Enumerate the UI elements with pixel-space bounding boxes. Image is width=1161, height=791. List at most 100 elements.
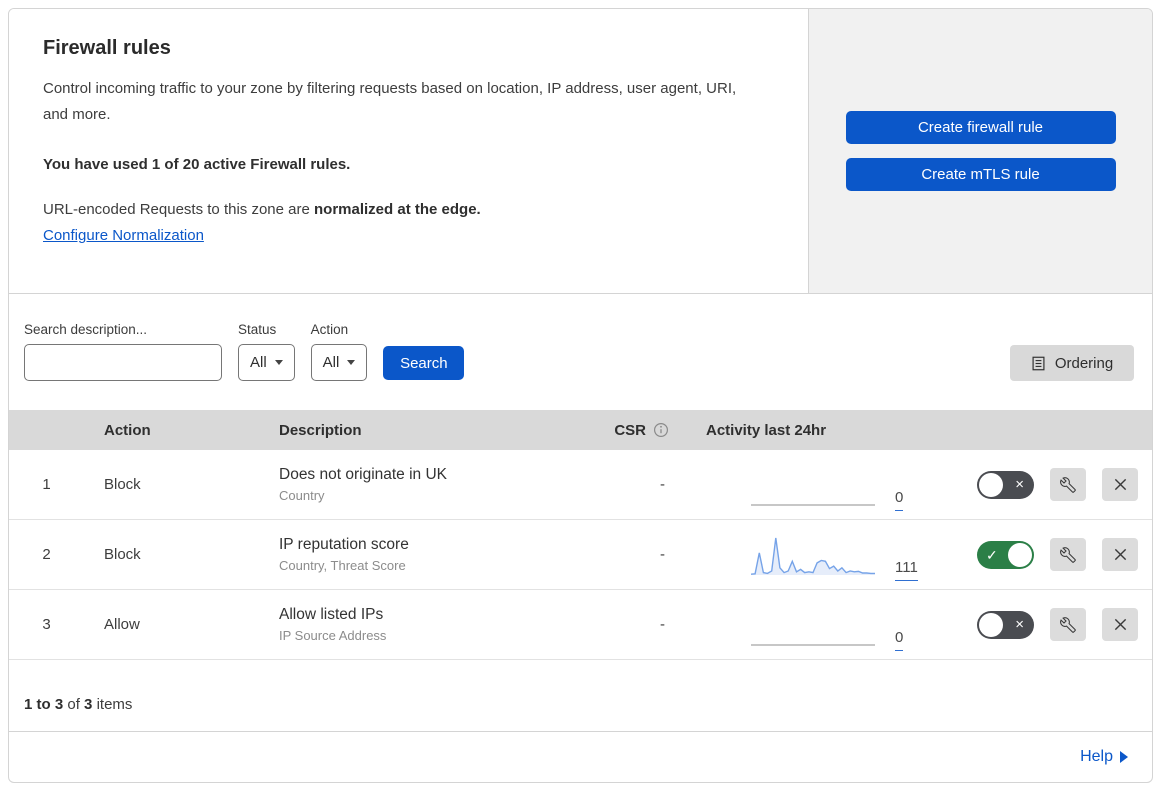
description-column-header: Description (279, 421, 362, 439)
edit-rule-button[interactable] (1050, 538, 1086, 572)
action-dropdown-value: All (322, 354, 340, 372)
top-section: Firewall rules Control incoming traffic … (9, 9, 1152, 294)
activity-count-wrap: 0 (895, 628, 929, 651)
rule-action: Block (104, 546, 141, 564)
normalization-note: URL-encoded Requests to this zone are no… (43, 201, 768, 218)
actions-panel: Create firewall rule Create mTLS rule (809, 9, 1152, 294)
rule-csr-value: - (660, 546, 665, 564)
rule-description: IP reputation score (279, 536, 409, 554)
close-icon (1114, 619, 1126, 631)
rule-activity-cell: 111 (669, 533, 939, 581)
table-header: Action Description CSR Activity last 24h… (9, 410, 1152, 451)
rules-table-body: 1 Block Does not originate in UK Country… (9, 450, 1152, 661)
wrench-icon (1060, 616, 1076, 633)
rule-activity-cell: 0 (669, 603, 939, 651)
rule-priority: 1 (42, 476, 51, 494)
activity-count-wrap: 0 (895, 488, 929, 511)
status-filter-group: Status All (238, 322, 295, 382)
rule-description-cell: IP reputation score Country, Threat Scor… (279, 536, 599, 573)
toggle-knob (979, 472, 1003, 497)
rule-csr-value: - (660, 476, 665, 494)
check-icon: ✓ (986, 546, 998, 563)
info-icon[interactable] (653, 422, 669, 438)
activity-count-link[interactable]: 111 (895, 558, 918, 581)
wrench-icon (1060, 546, 1076, 563)
rule-priority: 3 (42, 616, 51, 634)
help-link[interactable]: Help (1080, 748, 1128, 766)
rule-action: Allow (104, 616, 140, 634)
toggle-knob (979, 612, 1003, 637)
help-footer: Help (9, 732, 1152, 782)
rule-description: Does not originate in UK (279, 466, 448, 484)
pagination-summary: 1 to 3 of 3 items (9, 660, 1152, 733)
action-dropdown[interactable]: All (310, 344, 368, 382)
action-column-header: Action (104, 421, 151, 439)
create-firewall-rule-button[interactable]: Create firewall rule (845, 111, 1116, 144)
csr-column-header: CSR (599, 422, 669, 439)
activity-sparkline (750, 533, 875, 577)
x-icon: × (1015, 475, 1024, 493)
rule-priority: 2 (42, 546, 51, 564)
summary-total: 3 (84, 696, 93, 714)
firewall-rules-card: Firewall rules Control incoming traffic … (8, 8, 1153, 783)
rule-description-cell: Allow listed IPs IP Source Address (279, 606, 599, 643)
table-row: 2 Block IP reputation score Country, Thr… (9, 520, 1152, 591)
rule-criteria: IP Source Address (279, 628, 387, 644)
activity-count-link[interactable]: 0 (895, 628, 904, 651)
rule-enabled-toggle[interactable]: ✓ × (977, 540, 1034, 569)
summary-of: of (67, 696, 80, 714)
x-icon: × (1015, 615, 1024, 633)
delete-rule-button[interactable] (1102, 608, 1138, 642)
summary-items: items (96, 696, 133, 714)
normalization-bold-text: normalized at the edge. (314, 201, 481, 218)
rule-csr-value: - (660, 616, 665, 634)
table-row: 3 Allow Allow listed IPs IP Source Addre… (9, 590, 1152, 661)
activity-count-wrap: 111 (895, 558, 929, 581)
rule-enabled-toggle[interactable]: ✓ × (977, 610, 1034, 639)
close-icon (1114, 549, 1126, 561)
wrench-icon (1060, 476, 1076, 493)
search-group: Search description... (24, 322, 243, 382)
ordering-list-icon (1032, 356, 1045, 371)
configure-normalization-link[interactable]: Configure Normalization (43, 227, 204, 244)
summary-range: 1 to 3 (24, 696, 64, 714)
chevron-down-icon (347, 360, 356, 366)
rule-activity-cell: 0 (669, 463, 939, 511)
close-icon (1114, 479, 1126, 491)
action-label: Action (310, 322, 349, 338)
page: Firewall rules Control incoming traffic … (0, 0, 1161, 791)
rule-enabled-toggle[interactable]: ✓ × (977, 470, 1034, 499)
intro-panel: Firewall rules Control incoming traffic … (9, 9, 809, 294)
delete-rule-button[interactable] (1102, 468, 1138, 502)
action-filter-group: Action All (310, 322, 368, 382)
ordering-button-label: Ordering (1054, 354, 1114, 372)
arrow-right-icon (1120, 751, 1128, 764)
create-mtls-rule-button[interactable]: Create mTLS rule (845, 158, 1116, 191)
status-label: Status (238, 322, 277, 338)
rule-controls: ✓ × (939, 468, 1152, 502)
normalization-text: URL-encoded Requests to this zone are (43, 201, 314, 218)
search-button[interactable]: Search (383, 346, 465, 381)
filter-bar: Search description... Status All Action … (9, 293, 1152, 410)
search-field-container (24, 344, 243, 382)
rule-controls: ✓ × (939, 538, 1152, 572)
delete-rule-button[interactable] (1102, 538, 1138, 572)
ordering-button[interactable]: Ordering (1010, 345, 1134, 382)
csr-column-label: CSR (614, 421, 646, 439)
search-label: Search description... (24, 322, 148, 338)
page-description: Control incoming traffic to your zone by… (43, 80, 737, 123)
status-dropdown[interactable]: All (238, 344, 295, 382)
activity-sparkline (751, 603, 875, 647)
edit-rule-button[interactable] (1050, 608, 1086, 642)
help-link-label: Help (1080, 748, 1113, 766)
activity-count-link[interactable]: 0 (895, 488, 904, 511)
rule-criteria: Country, Threat Score (279, 558, 406, 574)
edit-rule-button[interactable] (1050, 468, 1086, 502)
activity-column-header: Activity last 24hr (706, 421, 827, 439)
rule-description-cell: Does not originate in UK Country (279, 466, 599, 503)
toggle-knob (1008, 542, 1032, 567)
rule-controls: ✓ × (939, 608, 1152, 642)
status-dropdown-value: All (250, 354, 267, 372)
chevron-down-icon (274, 360, 283, 366)
search-input[interactable] (44, 347, 243, 378)
